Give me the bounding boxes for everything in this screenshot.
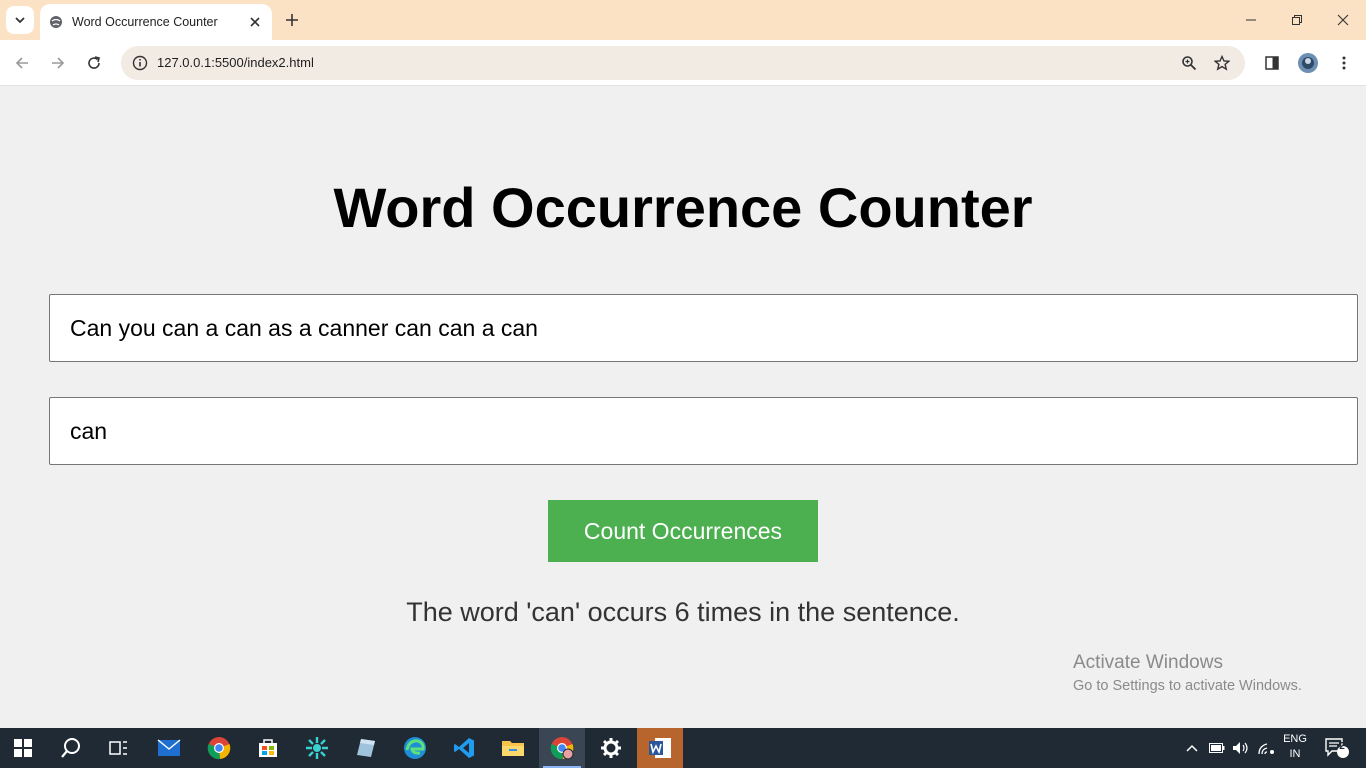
side-panel-icon[interactable] <box>1260 51 1284 75</box>
taskbar-mail[interactable] <box>146 728 192 768</box>
notification-center-button[interactable]: 2 <box>1320 728 1354 768</box>
task-view-icon <box>109 741 127 755</box>
browser-toolbar: 127.0.0.1:5500/index2.html <box>0 40 1366 86</box>
address-bar[interactable]: 127.0.0.1:5500/index2.html <box>121 46 1245 80</box>
word-icon <box>649 738 671 758</box>
language-indicator[interactable]: ENG IN <box>1280 732 1310 762</box>
network-button[interactable] <box>1254 728 1278 768</box>
volume-button[interactable] <box>1230 728 1252 768</box>
zoom-icon[interactable] <box>1177 51 1201 75</box>
settings-icon <box>601 738 621 758</box>
taskbar-chrome-active[interactable] <box>539 728 585 768</box>
region-code: IN <box>1289 748 1301 760</box>
task-view-button[interactable] <box>96 728 142 768</box>
battery-icon <box>1209 743 1225 753</box>
volume-icon <box>1233 742 1248 754</box>
edge-icon <box>404 737 426 759</box>
taskbar-notepad[interactable] <box>343 728 389 768</box>
minimize-icon <box>1246 19 1256 21</box>
page-content: Word Occurrence Counter Count Occurrence… <box>0 87 1366 728</box>
site-info-icon[interactable] <box>127 50 153 76</box>
search-icon <box>61 738 80 758</box>
reload-icon <box>88 56 100 69</box>
reload-button[interactable] <box>80 49 108 77</box>
windows-logo-icon <box>14 739 32 757</box>
sentence-input[interactable] <box>49 294 1358 362</box>
watermark-subtitle: Go to Settings to activate Windows. <box>1073 678 1302 694</box>
vscode-icon <box>454 738 474 758</box>
taskbar-chrome[interactable] <box>196 728 242 768</box>
close-window-button[interactable] <box>1320 0 1366 40</box>
minimize-button[interactable] <box>1228 0 1274 40</box>
menu-kebab-icon[interactable] <box>1332 51 1356 75</box>
taskbar-settings[interactable] <box>588 728 634 768</box>
lang-code: ENG <box>1283 733 1307 745</box>
start-button[interactable] <box>0 728 46 768</box>
plus-icon <box>286 14 298 26</box>
chrome-active-icon <box>550 737 574 760</box>
notepad-icon <box>357 739 375 757</box>
result-text: The word 'can' occurs 6 times in the sen… <box>406 597 960 627</box>
browser-tab[interactable]: Word Occurrence Counter <box>40 4 272 40</box>
activate-windows-watermark: Activate Windows Go to Settings to activ… <box>1073 652 1302 694</box>
browser-tab-strip: Word Occurrence Counter <box>0 0 1366 40</box>
globe-icon <box>48 14 64 30</box>
page-title: Word Occurrence Counter <box>333 176 1033 239</box>
taskbar-vscode[interactable] <box>441 728 487 768</box>
taskbar-search-button[interactable] <box>48 728 94 768</box>
taskbar-word[interactable] <box>637 728 683 768</box>
back-button[interactable] <box>8 49 36 77</box>
watermark-title: Activate Windows <box>1073 652 1223 673</box>
windows-taskbar: ENG IN 2 <box>0 728 1366 768</box>
close-tab-icon[interactable] <box>246 13 264 31</box>
url-text[interactable]: 127.0.0.1:5500/index2.html <box>157 55 314 70</box>
new-tab-button[interactable] <box>280 8 304 32</box>
chevron-up-icon <box>1186 744 1198 752</box>
chrome-icon <box>207 737 231 760</box>
profile-avatar-icon[interactable] <box>1296 51 1320 75</box>
tab-title: Word Occurrence Counter <box>72 15 218 29</box>
taskbar-store[interactable] <box>245 728 291 768</box>
restore-button[interactable] <box>1274 0 1320 40</box>
close-icon <box>1337 14 1349 26</box>
bookmark-star-icon[interactable] <box>1210 51 1234 75</box>
word-input[interactable] <box>49 397 1358 465</box>
app-icon <box>306 737 328 759</box>
taskbar-edge[interactable] <box>392 728 438 768</box>
taskbar-app[interactable] <box>294 728 340 768</box>
wifi-icon <box>1258 743 1274 755</box>
forward-button[interactable] <box>44 49 72 77</box>
chevron-down-icon <box>15 17 25 24</box>
notification-count: 2 <box>1339 741 1345 752</box>
arrow-right-icon <box>52 57 65 69</box>
mail-icon <box>157 739 181 756</box>
taskbar-file-explorer[interactable] <box>490 728 536 768</box>
tray-overflow-button[interactable] <box>1182 728 1202 768</box>
battery-button[interactable] <box>1206 728 1228 768</box>
count-occurrences-button[interactable]: Count Occurrences <box>548 500 818 562</box>
restore-icon <box>1292 15 1302 25</box>
file-explorer-icon <box>502 741 524 756</box>
store-icon <box>259 739 277 757</box>
arrow-left-icon <box>15 57 28 69</box>
tab-search-button[interactable] <box>6 6 34 34</box>
